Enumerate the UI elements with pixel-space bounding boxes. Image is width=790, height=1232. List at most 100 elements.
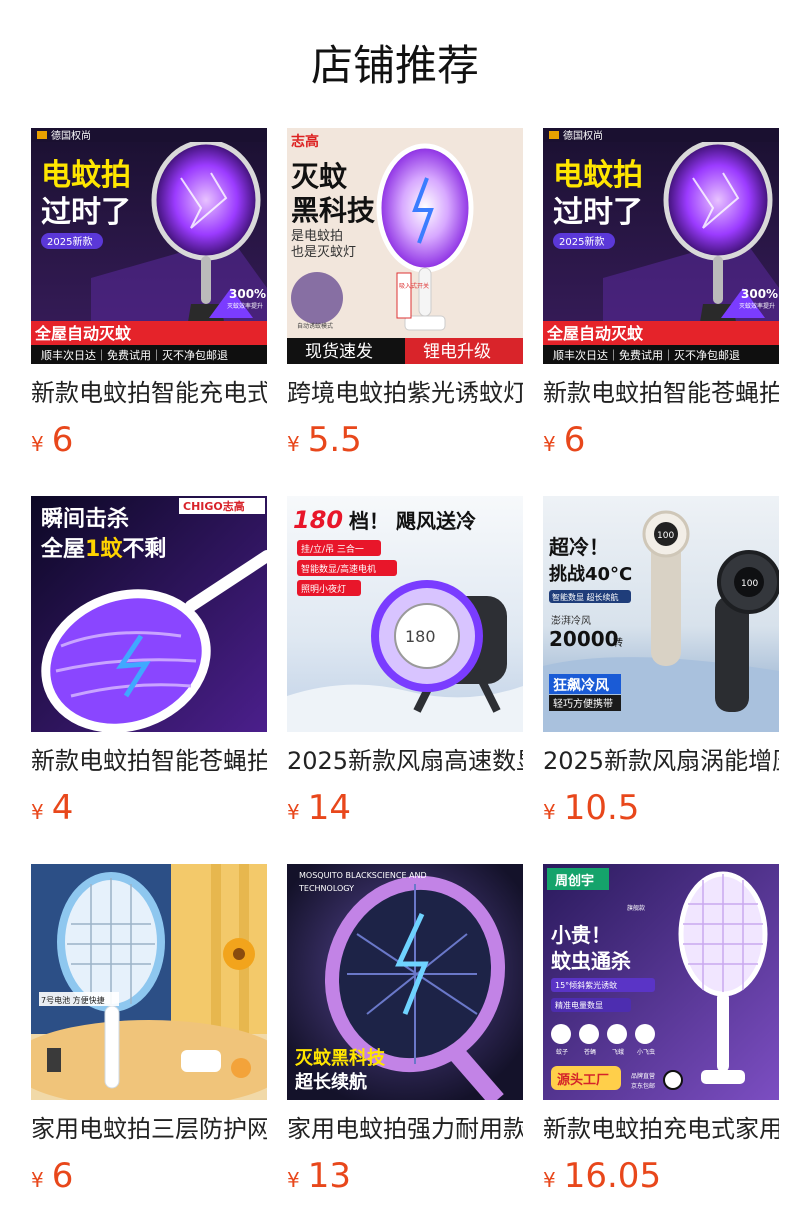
product-image[interactable]: 周创宇 旗舰款 小贵！ 蚊虫通杀 15°倾斜紫光诱蚊 精准电量数显 蚊子 苍蝇 … (543, 864, 779, 1100)
product-card[interactable]: 吸入式开关 自动诱蚊模式 志高 灭蚊 黑科技 是电蚊拍 也是灭蚊灯 现货速发 锂… (287, 128, 523, 464)
headline-1: 电蚊拍 (41, 158, 131, 193)
red-bar-text: 全屋自动灭蚊 (546, 324, 644, 343)
factory-badge: 源头工厂 (557, 1072, 609, 1088)
product-image[interactable]: 德国权尚 电蚊拍 过时了 2025新款 300% 灭蚊效率提升 全屋自动灭蚊 顺… (31, 128, 267, 364)
mode-tag: 自动诱蚊模式 (297, 322, 333, 330)
insect-label-1: 蚊子 (556, 1048, 568, 1056)
headline-2a: 全屋 (40, 536, 85, 562)
product-name[interactable]: 新款电蚊拍智能苍蝇拍 (543, 376, 779, 410)
headline-2: 过时了 (41, 195, 131, 230)
currency-symbol: ¥ (543, 1168, 556, 1192)
insect-label-2: 苍蝇 (584, 1048, 596, 1056)
price-value: 6 (51, 420, 74, 460)
product-name[interactable]: 新款电蚊拍智能苍蝇拍 (31, 744, 267, 778)
guarantee-1: 品牌直营 (631, 1072, 655, 1080)
price-value: 14 (307, 788, 351, 828)
product-price: ¥5.5 (287, 416, 523, 464)
bottom-left: 现货速发 (305, 342, 373, 362)
product-image[interactable]: 100 100 超冷！ 挑战40°C 智能数显 超长续航 澎湃冷风 20000 … (543, 496, 779, 732)
new-badge: 2025新款 (559, 235, 604, 248)
product-name[interactable]: 新款电蚊拍智能充电式 (31, 376, 267, 410)
eng-line-1: MOSQUITO BLACKSCIENCE AND (299, 871, 427, 880)
headline-1: 小贵！ (551, 923, 611, 947)
currency-symbol: ¥ (287, 800, 300, 824)
product-card[interactable]: 德国权尚 电蚊拍 过时了 2025新款 300% 灭蚊效率提升 全屋自动灭蚊 顺… (543, 128, 779, 464)
pct-sub: 灭蚊效率提升 (739, 302, 775, 310)
feature-chip-1: 15°倾斜紫光诱蚊 (555, 980, 617, 990)
product-name[interactable]: 新款电蚊拍充电式家用 (543, 1112, 779, 1146)
guarantee-2: 京东包邮 (631, 1082, 655, 1090)
price-value: 13 (307, 1156, 351, 1196)
headline-2c: 不剩 (122, 537, 166, 562)
price-value: 4 (51, 788, 74, 828)
product-price: ¥4 (31, 784, 267, 832)
product-price: ¥16.05 (543, 1152, 779, 1200)
fan-display: 180 (405, 627, 436, 646)
brand-text: 德国权尚 (51, 129, 91, 142)
currency-symbol: ¥ (31, 800, 44, 824)
product-name[interactable]: 家用电蚊拍强力耐用款 (287, 1112, 523, 1146)
sub-1: 是电蚊拍 (291, 229, 343, 244)
headline-1: 电蚊拍 (553, 158, 643, 193)
product-image[interactable]: 吸入式开关 自动诱蚊模式 志高 灭蚊 黑科技 是电蚊拍 也是灭蚊灯 现货速发 锂… (287, 128, 523, 364)
product-card[interactable]: 180 180 档！ 飓风送冷 挂/立/吊 三合一 智能数显/高速电机 照明小夜… (287, 496, 523, 832)
insect-label-3: 飞蛾 (612, 1048, 624, 1056)
product-card[interactable]: MOSQUITO BLACKSCIENCE AND TECHNOLOGY 灭蚊黑… (287, 864, 523, 1200)
product-card[interactable]: 100 100 超冷！ 挑战40°C 智能数显 超长续航 澎湃冷风 20000 … (543, 496, 779, 832)
product-name[interactable]: 2025新款风扇涡能增压 (543, 744, 779, 778)
product-price: ¥6 (543, 416, 779, 464)
insect-label-4: 小飞虫 (637, 1048, 655, 1056)
currency-symbol: ¥ (543, 432, 556, 456)
pct-text: 300% (229, 287, 266, 301)
head-text: 档！ 飓风送冷 (349, 509, 476, 533)
currency-symbol: ¥ (287, 432, 300, 456)
brand-text: CHIGO志高 (183, 499, 245, 513)
product-price: ¥6 (31, 416, 267, 464)
product-image[interactable]: CHIGO志高 瞬间击杀 全屋1蚊不剩 (31, 496, 267, 732)
headline-1: 超冷！ (548, 535, 609, 559)
product-image[interactable]: 德国权尚 电蚊拍 过时了 2025新款 300% 灭蚊效率提升 全屋自动灭蚊 顺… (543, 128, 779, 364)
product-name[interactable]: 跨境电蚊拍紫光诱蚊灯 (287, 376, 523, 410)
price-value: 5.5 (307, 420, 362, 460)
product-image[interactable]: 7号电池 方便快捷 (31, 864, 267, 1100)
red-bar-text: 全屋自动灭蚊 (34, 324, 132, 343)
headline-2: 全屋1蚊不剩 (40, 536, 166, 562)
battery-chip: 7号电池 方便快捷 (41, 995, 105, 1005)
speed-unit: 转 (613, 636, 623, 649)
product-card[interactable]: 德国权尚 电蚊拍 过时了 2025新款 300% 灭蚊效率提升 全屋自动灭蚊 顺… (31, 128, 267, 464)
headline-1: 瞬间击杀 (41, 506, 129, 532)
headline-1: 灭蚊 (291, 160, 348, 193)
product-card[interactable]: 7号电池 方便快捷 家用电蚊拍三层防护网 ¥6 (31, 864, 267, 1200)
price-value: 10.5 (563, 788, 640, 828)
product-image[interactable]: 180 180 档！ 飓风送冷 挂/立/吊 三合一 智能数显/高速电机 照明小夜… (287, 496, 523, 732)
product-name[interactable]: 2025新款风扇高速数显 (287, 744, 523, 778)
price-value: 6 (51, 1156, 74, 1196)
switch-tag: 吸入式开关 (399, 282, 429, 290)
product-card[interactable]: 周创宇 旗舰款 小贵！ 蚊虫通杀 15°倾斜紫光诱蚊 精准电量数显 蚊子 苍蝇 … (543, 864, 779, 1200)
product-price: ¥10.5 (543, 784, 779, 832)
feature-tag-1: 挂/立/吊 三合一 (301, 543, 364, 555)
feature-tag-2: 智能数显/高速电机 (301, 563, 376, 575)
brand-text: 德国权尚 (563, 129, 603, 142)
headline-1: 灭蚊黑科技 (294, 1047, 386, 1069)
speed-number: 20000 (549, 627, 619, 651)
currency-symbol: ¥ (543, 800, 556, 824)
currency-symbol: ¥ (287, 1168, 300, 1192)
currency-symbol: ¥ (31, 432, 44, 456)
sub-2: 也是灭蚊灯 (291, 245, 356, 260)
head-number: 180 (293, 506, 343, 534)
eng-line-2: TECHNOLOGY (298, 884, 354, 893)
bottom-right: 锂电升级 (423, 342, 491, 362)
fan-display-2: 100 (741, 579, 758, 589)
currency-symbol: ¥ (31, 1168, 44, 1192)
pct-text: 300% (741, 287, 778, 301)
feature-chip: 智能数显 超长续航 (552, 592, 619, 602)
flagship-tag: 旗舰款 (627, 904, 645, 912)
product-name[interactable]: 家用电蚊拍三层防护网 (31, 1112, 267, 1146)
sub-text: 澎湃冷风 (551, 614, 591, 627)
feature-chip-2: 精准电量数显 (555, 1000, 603, 1010)
headline-2: 过时了 (553, 195, 643, 230)
product-image[interactable]: MOSQUITO BLACKSCIENCE AND TECHNOLOGY 灭蚊黑… (287, 864, 523, 1100)
product-card[interactable]: CHIGO志高 瞬间击杀 全屋1蚊不剩 新款电蚊拍智能苍蝇拍 ¥4 (31, 496, 267, 832)
page-title: 店铺推荐 (310, 41, 479, 90)
